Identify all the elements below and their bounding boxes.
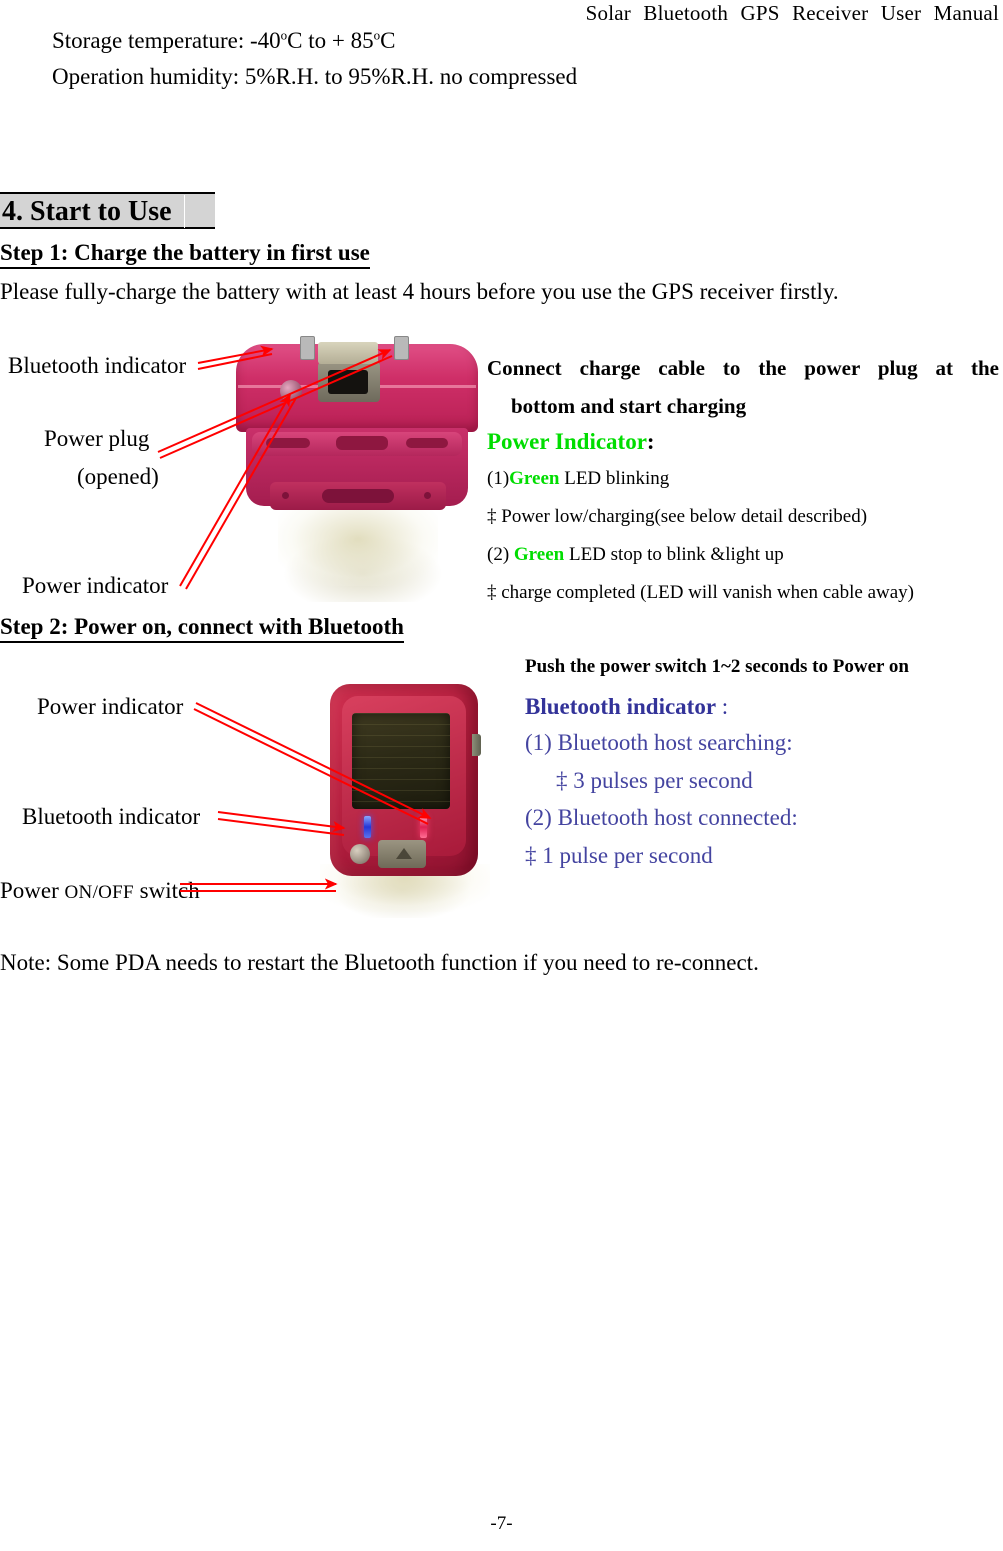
running-header: Solar Bluetooth GPS Receiver User Manual xyxy=(585,1,999,25)
spec-storage-label: Storage temperature: -40 xyxy=(52,28,281,53)
photo-shadow xyxy=(278,508,438,586)
bluetooth-indicator-colon: : xyxy=(716,694,729,719)
device-photo-bottom-view xyxy=(218,332,500,602)
step2-heading: Step 2: Power on, connect with Bluetooth xyxy=(0,613,404,643)
callout-power-plug-opened: (opened) xyxy=(77,464,159,489)
section-heading-rule xyxy=(184,195,185,228)
callout-power-plug: Power plug xyxy=(44,426,150,451)
step2-push-line: Push the power switch 1~2 seconds to Pow… xyxy=(525,656,909,677)
device-power-port xyxy=(328,370,368,394)
step1-item-1: (1)Green LED blinking xyxy=(487,466,669,491)
step1-item-2-sub: ‡ charge completed (LED will vanish when… xyxy=(487,582,914,603)
device-slot-right xyxy=(406,438,448,448)
power-indicator-label: Power Indicator xyxy=(487,429,647,454)
spec-storage-temperature: Storage temperature: -40oC to + 85oC xyxy=(52,26,395,56)
section-heading-title: 4. Start to Use xyxy=(2,196,172,227)
device-base-screw-right xyxy=(424,492,431,499)
step2-bt-heading: Bluetooth indicator : xyxy=(525,692,728,721)
item2-green-word: Green xyxy=(513,544,565,565)
device-slot-center xyxy=(336,436,388,450)
step2-item-2-sub: ‡ 1 pulse per second xyxy=(525,843,713,868)
bluetooth-indicator-label: Bluetooth indicator xyxy=(525,694,717,719)
document-page: Solar Bluetooth GPS Receiver User Manual… xyxy=(0,0,1003,1551)
step2-item-2: (2) Bluetooth host connected: xyxy=(525,805,798,830)
step1-connect-line-1: Connect charge cable to the power plug a… xyxy=(487,356,999,380)
step2-item-1: (1) Bluetooth host searching: xyxy=(525,730,793,755)
bluetooth-led xyxy=(364,816,371,838)
step1-heading: Step 1: Charge the battery in first use xyxy=(0,239,370,269)
page-footer: -7- xyxy=(490,1513,513,1534)
step1-power-indicator-heading: Power Indicator: xyxy=(487,428,655,456)
device-power-led xyxy=(280,380,302,402)
device-photo-front-view xyxy=(300,668,510,918)
section-heading-box: 4. Start to Use xyxy=(0,192,215,229)
callout-power-onoff-switch: Power ON/OFF switch xyxy=(0,877,200,907)
device-side-button xyxy=(472,734,481,756)
device-clip-left xyxy=(300,336,315,360)
power-led xyxy=(420,816,427,838)
step1-connect-line-2: bottom and start charging xyxy=(511,394,747,418)
device-base-screw-left xyxy=(282,492,289,499)
keypad-triangle-icon xyxy=(396,848,412,859)
item1-rest: LED blinking xyxy=(559,468,670,489)
power-switch-suffix: switch xyxy=(133,878,200,903)
power-switch-prefix: Power xyxy=(0,878,65,903)
step1-intro: Please fully-charge the battery with at … xyxy=(0,279,839,304)
power-indicator-colon: : xyxy=(646,429,655,454)
callout-bluetooth-indicator-2: Bluetooth indicator xyxy=(22,804,201,829)
callout-power-indicator-1: Power indicator xyxy=(22,573,169,598)
item2-rest: LED stop to blink &light up xyxy=(564,544,784,565)
device-solar-panel-grid xyxy=(352,713,450,809)
step1-item-1-sub: ‡ Power low/charging(see below detail de… xyxy=(487,506,868,527)
item2-prefix: (2) xyxy=(487,544,514,565)
spec-storage-mid: C to + 85 xyxy=(287,28,374,53)
item1-green-word: Green xyxy=(509,468,560,489)
callout-power-indicator-2: Power indicator xyxy=(37,694,184,719)
note-text: Note: Some PDA needs to restart the Blue… xyxy=(0,950,759,975)
callout-bluetooth-indicator-1: Bluetooth indicator xyxy=(8,353,187,378)
device-slot-left xyxy=(266,438,310,448)
device-clip-right xyxy=(394,336,409,360)
spec-operation-humidity: Operation humidity: 5%R.H. to 95%R.H. no… xyxy=(52,64,578,89)
item1-prefix: (1) xyxy=(487,468,510,489)
spec-storage-tail: C xyxy=(380,28,396,53)
power-onoff-button xyxy=(350,844,370,864)
step2-item-1-sub: ‡ 3 pulses per second xyxy=(556,768,753,793)
step1-item-2: (2) Green LED stop to blink &light up xyxy=(487,542,784,567)
power-switch-onoff: ON/OFF xyxy=(64,882,134,903)
device-power-plug-cover xyxy=(318,342,378,364)
device-base-oval xyxy=(322,489,394,503)
